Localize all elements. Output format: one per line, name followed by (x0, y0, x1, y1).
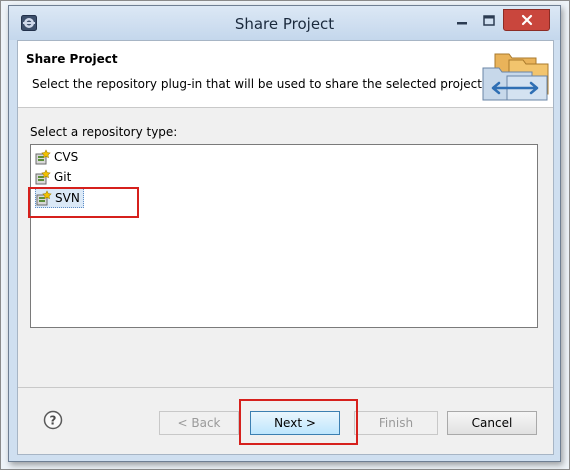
close-button[interactable] (503, 9, 550, 31)
list-item-cvs[interactable]: CVS (35, 148, 81, 166)
next-highlight-box (239, 399, 358, 445)
button-bar-divider (18, 387, 553, 388)
cancel-button[interactable]: Cancel (447, 411, 537, 435)
minimize-icon (457, 22, 467, 25)
list-item-label: CVS (54, 150, 79, 164)
list-item-git[interactable]: Git (35, 168, 74, 186)
list-item-label: Git (54, 170, 72, 184)
share-project-dialog: Share Project Share Project Select the r… (8, 5, 561, 462)
close-icon (521, 14, 532, 26)
dialog-content: Share Project Select the repository plug… (17, 40, 554, 455)
repository-list[interactable]: CVS Git SVN (30, 144, 538, 328)
maximize-icon (483, 14, 495, 26)
back-button[interactable]: < Back (159, 411, 239, 435)
share-folders-icon (482, 53, 549, 101)
repository-icon (35, 169, 51, 185)
help-icon[interactable]: ? (43, 410, 63, 430)
header-panel: Share Project Select the repository plug… (18, 41, 553, 108)
repository-type-label: Select a repository type: (30, 125, 178, 139)
header-description: Select the repository plug-in that will … (32, 77, 486, 91)
title-bar[interactable]: Share Project (9, 6, 560, 40)
repository-icon (35, 149, 51, 165)
header-title: Share Project (26, 52, 118, 66)
finish-button[interactable]: Finish (354, 411, 438, 435)
maximize-button[interactable] (476, 10, 502, 30)
svn-highlight-box (28, 187, 139, 218)
svg-text:?: ? (50, 414, 57, 428)
minimize-button[interactable] (449, 10, 475, 30)
